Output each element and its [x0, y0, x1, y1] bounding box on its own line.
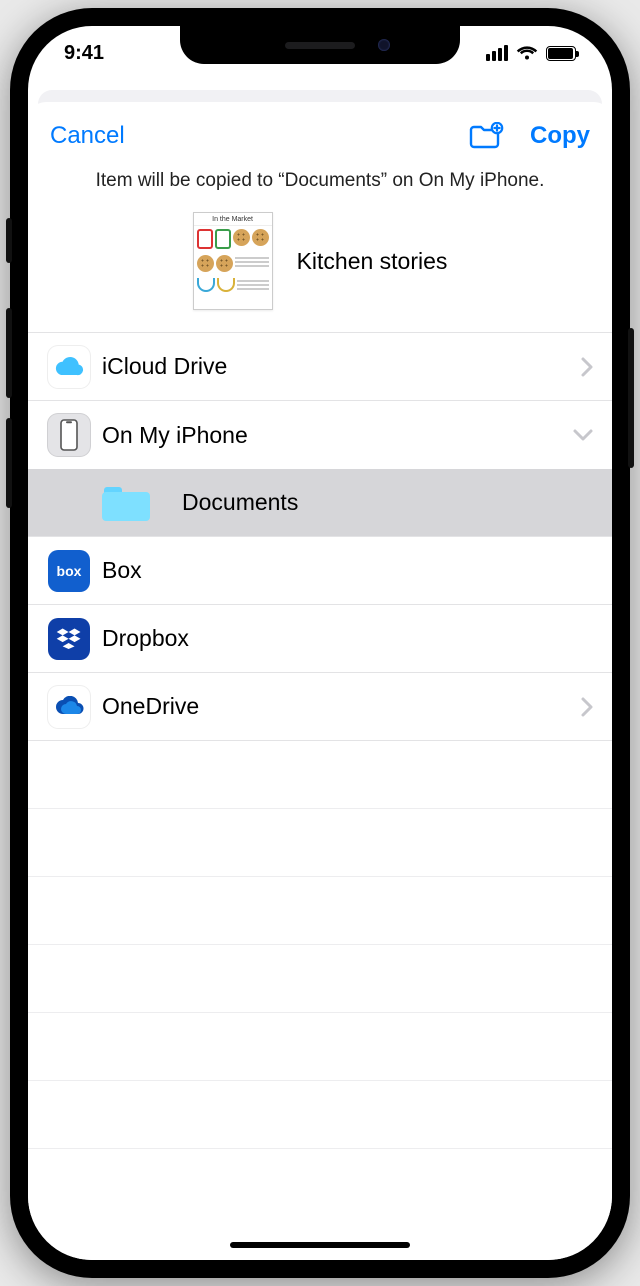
location-label: Dropbox [102, 625, 594, 652]
new-folder-icon [468, 122, 504, 150]
mute-switch [6, 218, 12, 263]
folder-icon [102, 485, 150, 521]
cellular-icon [486, 45, 508, 61]
location-dropbox[interactable]: Dropbox [28, 605, 612, 673]
device-frame: 9:41 Cancel [10, 8, 630, 1278]
volume-down-button [6, 418, 12, 508]
side-button [628, 328, 634, 468]
notch [180, 26, 460, 64]
wifi-icon [516, 45, 538, 61]
front-camera [378, 39, 390, 51]
location-documents[interactable]: Documents [28, 469, 612, 537]
location-on-my-iphone[interactable]: On My iPhone [28, 401, 612, 469]
location-label: Box [102, 557, 594, 584]
locations-list: iCloud Drive On My iPhone Documents box [28, 332, 612, 1260]
onedrive-icon [48, 686, 90, 728]
item-thumbnail: In the Market [193, 212, 273, 310]
thumb-header: In the Market [194, 213, 272, 226]
iphone-icon [48, 414, 90, 456]
icloud-icon [48, 346, 90, 388]
empty-rows [28, 741, 612, 1149]
cancel-button[interactable]: Cancel [50, 122, 125, 150]
status-icons [486, 45, 576, 61]
location-label: OneDrive [102, 693, 580, 720]
location-label: iCloud Drive [102, 353, 580, 380]
chevron-down-icon [572, 428, 594, 442]
status-time: 9:41 [64, 42, 104, 65]
volume-up-button [6, 308, 12, 398]
screen: 9:41 Cancel [28, 26, 612, 1260]
location-label: Documents [182, 489, 594, 516]
box-icon: box [48, 550, 90, 592]
chevron-right-icon [580, 356, 594, 378]
speaker-grille [285, 42, 355, 49]
location-icloud-drive[interactable]: iCloud Drive [28, 333, 612, 401]
dropbox-icon [48, 618, 90, 660]
new-folder-button[interactable] [468, 122, 504, 150]
chevron-right-icon [580, 696, 594, 718]
location-label: On My iPhone [102, 422, 572, 449]
location-box[interactable]: box Box [28, 537, 612, 605]
item-name: Kitchen stories [297, 248, 448, 275]
location-onedrive[interactable]: OneDrive [28, 673, 612, 741]
battery-icon [546, 46, 576, 61]
navbar: Cancel Copy [28, 102, 612, 164]
box-icon-label: box [57, 563, 82, 579]
destination-subtitle: Item will be copied to “Documents” on On… [28, 164, 612, 196]
copy-button[interactable]: Copy [530, 122, 590, 150]
home-indicator[interactable] [230, 1242, 410, 1248]
save-sheet: Cancel Copy Item will be copied to “Docu… [28, 102, 612, 1260]
item-preview: In the Market Kitchen stories [28, 196, 612, 332]
